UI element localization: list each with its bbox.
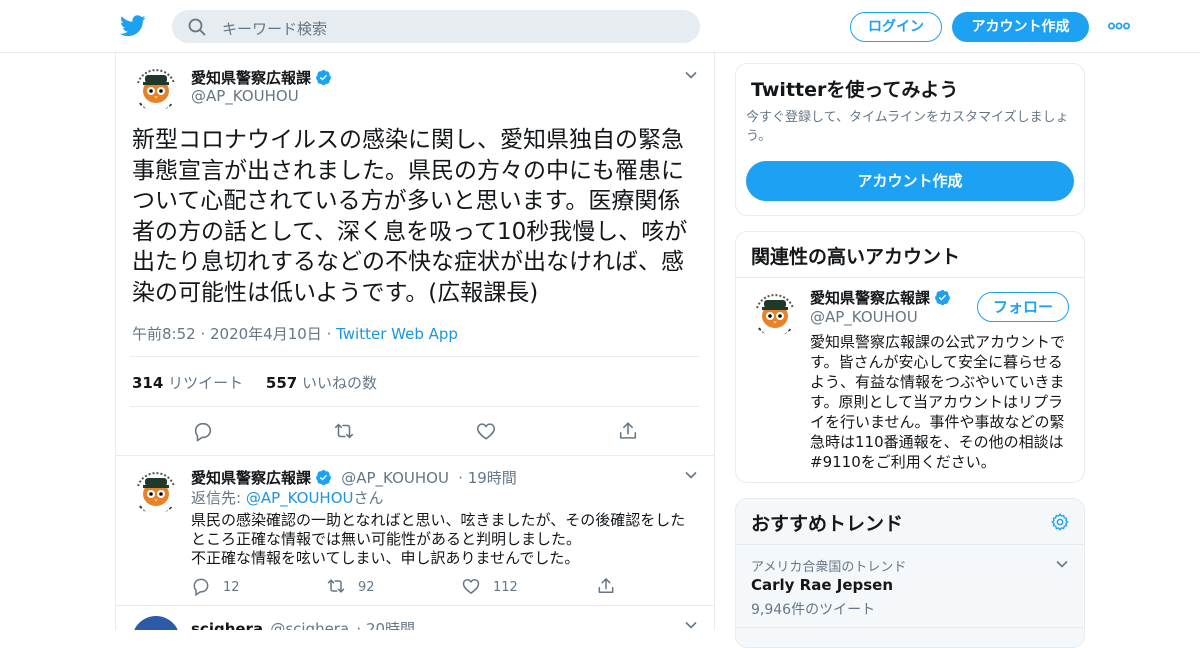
share-icon[interactable] — [596, 576, 616, 596]
verified-icon — [316, 469, 331, 486]
trends-card: おすすめトレンド アメリカ合衆国のトレンド Carly Rae Jepsen 9… — [735, 498, 1085, 648]
chevron-down-icon[interactable] — [684, 68, 698, 82]
like-count[interactable]: 557 — [266, 374, 297, 392]
reply-text-line: 県民の感染確認の一助となればと思い、呟きましたが、その後確認をした — [191, 511, 686, 529]
retweet-icon[interactable] — [333, 420, 355, 442]
share-icon[interactable] — [617, 420, 639, 442]
police-mascot-avatar-image — [751, 288, 799, 336]
reply-text-line: ところ正確な情報では無い可能性があると判明しました。 — [191, 530, 582, 548]
card-title: おすすめトレンド — [751, 513, 904, 535]
signup-button[interactable]: アカウント作成 — [952, 12, 1089, 42]
like-icon[interactable] — [475, 420, 497, 442]
twitter-bird-icon[interactable] — [120, 14, 146, 38]
card-subtitle: 今すぐ登録して、タイムラインをカスタマイズしましょう。 — [746, 110, 1069, 144]
reply-author-name[interactable]: 愛知県警察広報課 @AP_KOUHOU · 19時間 — [191, 467, 517, 488]
avatar[interactable] — [132, 63, 180, 111]
related-account-handle[interactable]: @AP_KOUHOU — [810, 308, 918, 326]
like-action[interactable]: 112 — [461, 576, 518, 596]
divider — [736, 277, 1084, 278]
search-icon — [188, 18, 206, 36]
author-name-text[interactable]: 愛知県警察広報課 — [810, 289, 930, 307]
top-navigation-bar: キーワード検索 ログイン アカウント作成 — [0, 0, 1200, 53]
reply-count: 12 — [223, 580, 240, 595]
divider — [130, 406, 700, 407]
next-tweet-time[interactable]: · 20時間 — [356, 620, 415, 630]
avatar[interactable] — [132, 466, 180, 514]
search-bar[interactable]: キーワード検索 — [172, 10, 700, 43]
next-author-name[interactable]: scighera @scighera · 20時間 — [191, 618, 415, 630]
tweet-source-app[interactable]: Twitter Web App — [336, 325, 458, 343]
retweet-label[interactable]: リツイート — [168, 374, 243, 392]
search-placeholder[interactable]: キーワード検索 — [222, 18, 327, 39]
main-timeline-column: 愛知県警察広報課 @AP_KOUHOU 新型コロナウイルスの感染に関し、愛知県独… — [115, 53, 715, 630]
like-icon[interactable] — [461, 576, 481, 596]
retweet-icon[interactable] — [326, 576, 346, 596]
reply-icon[interactable] — [192, 420, 214, 442]
tweet-author-handle[interactable]: @AP_KOUHOU — [191, 87, 299, 105]
signup-prompt-card: Twitterを使ってみよう 今すぐ登録して、タイムラインをカスタマイズしましょ… — [735, 63, 1085, 216]
tweet-author-name[interactable]: 愛知県警察広報課 — [191, 67, 332, 88]
related-account-name[interactable]: 愛知県警察広報課 — [810, 287, 951, 308]
divider — [130, 356, 700, 357]
retweet-count[interactable]: 314 — [132, 374, 163, 392]
card-title: Twitterを使ってみよう — [751, 79, 959, 101]
tweet-timestamp[interactable]: 午前8:52 · 2020年4月10日 — [132, 325, 322, 343]
verified-icon — [935, 289, 950, 306]
avatar[interactable] — [751, 288, 799, 336]
like-label[interactable]: いいねの数 — [302, 374, 377, 392]
reply-icon[interactable] — [191, 576, 211, 597]
retweet-count: 92 — [358, 580, 375, 595]
divider — [736, 544, 1084, 545]
police-mascot-avatar-image — [132, 466, 180, 514]
reply-to-prefix: 返信先: — [191, 489, 246, 507]
tweet-text: 新型コロナウイルスの感染に関し、愛知県独自の緊急事態宣言が出されました。県民の方… — [132, 127, 688, 306]
trend-location-label: アメリカ合衆国のトレンド — [751, 560, 907, 575]
reply-to-link[interactable]: @AP_KOUHOU — [246, 489, 354, 507]
reply-tweet[interactable]: 愛知県警察広報課 @AP_KOUHOU · 19時間 返信先: @AP_KOUH… — [116, 455, 714, 605]
trend-name[interactable]: Carly Rae Jepsen — [751, 576, 893, 594]
divider — [736, 627, 1084, 628]
related-accounts-card: 関連性の高いアカウント 愛知県警察広報課 @AP_KOUHOU フォロー 愛知県… — [735, 231, 1085, 483]
avatar[interactable] — [132, 616, 180, 630]
card-title: 関連性の高いアカウント — [751, 246, 961, 268]
next-tweet[interactable]: scighera @scighera · 20時間 — [116, 605, 714, 630]
retweet-action[interactable]: 92 — [326, 576, 375, 596]
reply-time[interactable]: · 19時間 — [458, 469, 517, 487]
share-action[interactable] — [596, 576, 628, 596]
chevron-down-icon[interactable] — [684, 468, 698, 482]
reply-author-handle[interactable]: @AP_KOUHOU — [341, 469, 449, 487]
signup-card-button[interactable]: アカウント作成 — [746, 161, 1074, 201]
author-name-text[interactable]: 愛知県警察広報課 — [191, 469, 311, 487]
trend-tweet-count: 9,946件のツイート — [751, 602, 876, 618]
related-account-bio: 愛知県警察広報課の公式アカウントです。皆さんが安心して安全に暮らせるよう、有益な… — [810, 333, 1066, 471]
verified-icon — [316, 69, 331, 86]
chevron-down-icon[interactable] — [1055, 557, 1069, 571]
follow-button[interactable]: フォロー — [977, 292, 1069, 322]
tweet-stats: 314 リツイート 557 いいねの数 — [132, 372, 377, 393]
more-icon[interactable] — [1108, 20, 1130, 32]
reply-text-line: 不正確な情報を呟いてしまい、申し訳ありませんでした。 — [191, 549, 580, 567]
police-mascot-avatar-image — [132, 63, 180, 111]
meta-separator: · — [321, 325, 337, 343]
author-name-text[interactable]: scighera — [191, 620, 263, 630]
next-author-handle[interactable]: @scighera — [270, 620, 349, 630]
settings-gear-icon[interactable] — [1050, 512, 1070, 532]
login-button[interactable]: ログイン — [850, 12, 942, 42]
reply-action[interactable]: 12 — [191, 576, 240, 597]
tweet-metadata: 午前8:52 · 2020年4月10日 · Twitter Web App — [132, 323, 458, 344]
author-name-text[interactable]: 愛知県警察広報課 — [191, 69, 311, 87]
reply-to-line: 返信先: @AP_KOUHOUさん — [191, 488, 384, 508]
reply-to-suffix: さん — [353, 489, 384, 507]
like-count: 112 — [493, 580, 518, 595]
chevron-down-icon[interactable] — [684, 618, 698, 630]
